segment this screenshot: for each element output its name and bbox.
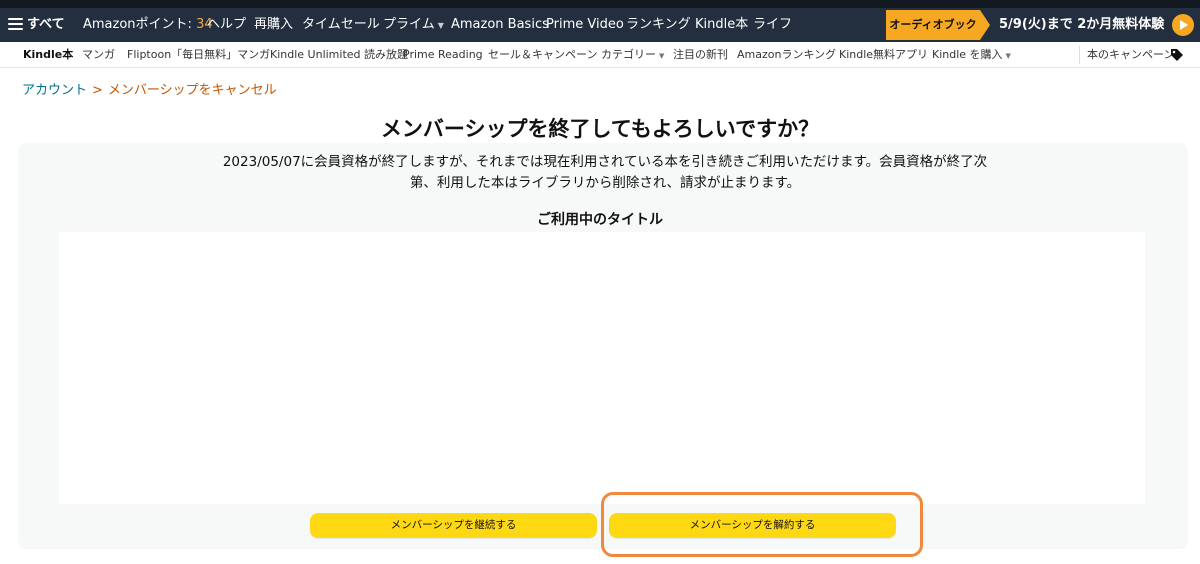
nav-kindle-books-link[interactable]: Kindle本	[695, 10, 748, 40]
price-tag-icon	[1171, 49, 1183, 61]
breadcrumb: アカウント > メンバーシップをキャンセル	[22, 82, 277, 100]
membership-end-description: 2023/05/07に会員資格が終了しますが、それまでは現在利用されている本を引…	[190, 152, 1020, 194]
description-line-2: 第、利用した本はライブラリから削除され、請求が止まります。	[409, 175, 801, 191]
subnav-buy-kindle-menu[interactable]: Kindle を購入 ▼	[932, 42, 1011, 68]
audiobook-promo-tag: オーディオブック	[886, 10, 990, 40]
nav-help-link[interactable]: ヘルプ	[207, 10, 246, 40]
subnav-category-label: カテゴリー	[601, 48, 656, 61]
audiobook-promo-banner[interactable]: オーディオブック 5/9(火)まで 2か月無料体験	[886, 10, 1200, 40]
subnav-kindle-books[interactable]: Kindle本	[23, 42, 73, 68]
cancel-button-highlight-annotation	[601, 492, 923, 557]
page-title: メンバーシップを終了してもよろしいですか？	[380, 117, 820, 141]
nav-reorder-link[interactable]: 再購入	[254, 10, 293, 40]
subnav-buy-kindle-label: Kindle を購入	[932, 48, 1003, 61]
subnav-book-campaign[interactable]: 本のキャンペーン	[1087, 42, 1174, 68]
play-icon	[1172, 14, 1194, 36]
nav-ranking-link[interactable]: ランキング	[626, 10, 691, 40]
breadcrumb-separator: >	[92, 83, 103, 98]
nav-prime-video-link[interactable]: Prime Video	[546, 10, 624, 40]
subnav-prime-reading[interactable]: Prime Reading	[403, 42, 483, 68]
kindle-sub-navigation: Kindle本 マンガ Fliptoon「毎日無料」マンガ Kindle Unl…	[0, 42, 1200, 68]
audiobook-promo-text: 5/9(火)まで 2か月無料体験	[999, 17, 1165, 32]
breadcrumb-account-link[interactable]: アカウント	[22, 83, 87, 98]
chevron-down-icon: ▼	[1005, 52, 1011, 60]
nav-amazon-basics-link[interactable]: Amazon Basics	[451, 10, 549, 40]
nav-timesale-link[interactable]: タイムセール	[302, 10, 380, 40]
all-menu-button[interactable]: すべて	[8, 10, 65, 40]
chevron-down-icon: ▼	[437, 21, 444, 30]
nav-prime-label: プライム	[383, 17, 435, 32]
subnav-sale-campaign[interactable]: セール＆キャンペーン	[488, 42, 597, 68]
subnav-kindle-free-app[interactable]: Kindle無料アプリ	[839, 42, 928, 68]
subnav-manga[interactable]: マンガ	[82, 42, 115, 68]
amazon-points-link[interactable]: Amazonポイント: 34	[83, 10, 213, 40]
continue-membership-button[interactable]: メンバーシップを継続する	[310, 513, 597, 538]
subnav-category-menu[interactable]: カテゴリー ▼	[601, 42, 664, 68]
chevron-down-icon: ▼	[659, 52, 665, 60]
subnav-kindle-unlimited[interactable]: Kindle Unlimited 読み放題	[270, 42, 408, 68]
hamburger-menu-icon	[8, 17, 23, 30]
breadcrumb-current: メンバーシップをキャンセル	[107, 83, 277, 98]
subnav-fliptoon[interactable]: Fliptoon「毎日無料」マンガ	[127, 42, 270, 68]
nav-prime-menu[interactable]: プライム ▼	[383, 10, 444, 40]
titles-in-use-list	[59, 232, 1145, 504]
all-menu-label: すべて	[27, 17, 65, 32]
points-label: Amazonポイント:	[83, 17, 197, 32]
top-navigation-bar: すべて Amazonポイント: 34 ヘルプ 再購入 タイムセール プライム ▼ …	[0, 0, 1200, 46]
subnav-new-releases[interactable]: 注目の新刊	[673, 42, 728, 68]
description-line-1: 2023/05/07に会員資格が終了しますが、それまでは現在利用されている本を引…	[222, 154, 988, 170]
titles-in-use-heading: ご利用中のタイトル	[537, 212, 663, 228]
nav-life-link[interactable]: ライフ	[753, 10, 792, 40]
subnav-divider	[1079, 46, 1080, 64]
subnav-amazon-ranking[interactable]: Amazonランキング	[737, 42, 836, 68]
